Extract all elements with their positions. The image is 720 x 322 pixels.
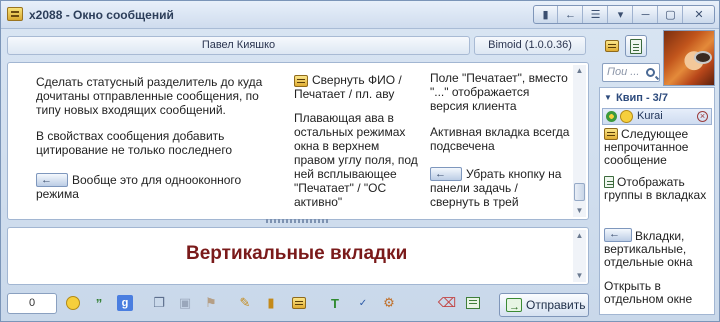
history-note: Свернуть ФИО / Печатает / пл. аву: [294, 73, 414, 101]
contact-name-bar[interactable]: Павел Кияшко: [7, 36, 470, 55]
menu-icon[interactable]: ☰: [584, 6, 608, 23]
history-note: Активная вкладка всегда подсвечена: [430, 125, 570, 153]
settings-icon[interactable]: ⚙: [379, 293, 399, 313]
bell-icon[interactable]: ⚑: [201, 293, 221, 313]
history-note: Плавающая ава в остальных режимах окна в…: [294, 111, 418, 209]
scroll-down-icon[interactable]: ▼: [573, 270, 586, 282]
input-scrollbar[interactable]: ▲ ▼: [573, 230, 586, 282]
spellcheck-icon[interactable]: ✓: [353, 293, 373, 313]
search-icon[interactable]: [641, 63, 659, 82]
windows-icon[interactable]: ❐: [149, 293, 169, 313]
save-icon[interactable]: ▣: [175, 293, 195, 313]
history-scrollbar[interactable]: ▲ ▼: [573, 65, 586, 217]
sidebar-item[interactable]: Следующее непрочитанное сообщение: [604, 128, 710, 167]
message-input[interactable]: Вертикальные вкладки ▲ ▼: [7, 227, 589, 285]
send-icon: [506, 296, 522, 318]
char-counter: 0: [7, 293, 57, 314]
clipboard-icon[interactable]: [625, 35, 647, 57]
scroll-up-icon[interactable]: ▲: [573, 65, 586, 77]
status-flower-icon: [606, 111, 617, 122]
group-header[interactable]: Квип - 3/7: [602, 90, 712, 106]
folder-icon[interactable]: ▮: [261, 293, 281, 313]
quote-icon[interactable]: ”: [89, 293, 109, 313]
sidebar-item[interactable]: Открыть в отдельном окне: [604, 280, 710, 306]
note-icon[interactable]: [289, 293, 309, 313]
smiley-icon: [620, 110, 633, 123]
history-note: В свойствах сообщения добавить цитирован…: [36, 129, 233, 157]
clipboard-icon: [604, 176, 614, 188]
pane-splitter[interactable]: [266, 219, 330, 223]
google-icon[interactable]: g: [115, 293, 135, 313]
client-version-bar[interactable]: Bimoid (1.0.0.36): [474, 36, 586, 55]
message-window: x2088 - Окно сообщений ▮ ← ☰ ▾ ─ ▢ ✕ Пав…: [0, 0, 720, 322]
contact-label: Kurai: [637, 110, 663, 122]
text-format-icon[interactable]: T: [325, 293, 345, 313]
history-note: Вообще это для однооконного режима: [36, 173, 266, 201]
edit-icon[interactable]: ✎: [235, 293, 255, 313]
message-history[interactable]: Сделать статусный разделитель до куда до…: [7, 62, 589, 220]
history-note-text: Свернуть ФИО / Печатает / пл. аву: [294, 73, 402, 101]
scroll-down-icon[interactable]: ▼: [573, 205, 586, 217]
close-icon[interactable]: ✕: [684, 6, 714, 23]
history-note: Поле "Печатает", вместо "..." отображает…: [430, 71, 568, 113]
history-note: Убрать кнопку на панели задачь / свернут…: [430, 167, 570, 209]
eraser-icon[interactable]: ⌫: [437, 293, 457, 313]
tabs-sidebar: Квип - 3/7 Kurai × Следующее непрочитанн…: [599, 87, 715, 315]
command-icon: [430, 167, 462, 181]
sidebar-item[interactable]: Отображать группы в вкладках: [604, 176, 710, 202]
app-icon: [7, 7, 23, 21]
send-options-icon[interactable]: [463, 293, 483, 313]
pin-icon[interactable]: ▮: [534, 6, 558, 23]
send-button[interactable]: Отправить: [499, 293, 589, 318]
message-input-text[interactable]: Вертикальные вкладки: [186, 243, 407, 265]
scroll-thumb[interactable]: [574, 183, 585, 201]
dropdown-icon[interactable]: ▾: [609, 6, 633, 23]
title-bar[interactable]: x2088 - Окно сообщений ▮ ← ☰ ▾ ─ ▢ ✕: [1, 1, 719, 29]
smiley-icon[interactable]: [63, 293, 83, 313]
window-title: x2088 - Окно сообщений: [29, 8, 174, 22]
command-icon: [604, 228, 632, 242]
note-icon: [294, 75, 308, 87]
history-note: Сделать статусный разделитель до куда до…: [36, 75, 263, 117]
contact-tab-kurai[interactable]: Kurai ×: [602, 108, 712, 125]
send-button-label: Отправить: [526, 298, 586, 312]
close-tab-icon[interactable]: ×: [697, 111, 708, 122]
window-controls: ▮ ← ☰ ▾ ─ ▢ ✕: [533, 5, 715, 24]
maximize-icon[interactable]: ▢: [659, 6, 683, 23]
sidebar-item-label: Отображать группы в вкладках: [604, 175, 707, 202]
avatar: [663, 30, 715, 86]
scroll-up-icon[interactable]: ▲: [573, 230, 586, 242]
command-icon: [36, 173, 68, 187]
back-icon[interactable]: ←: [559, 6, 583, 23]
note-icon[interactable]: [601, 35, 623, 57]
minimize-icon[interactable]: ─: [634, 6, 658, 23]
note-icon: [604, 128, 618, 140]
sidebar-item[interactable]: Вкладки, вертикальные, отдельные окна: [604, 228, 710, 269]
